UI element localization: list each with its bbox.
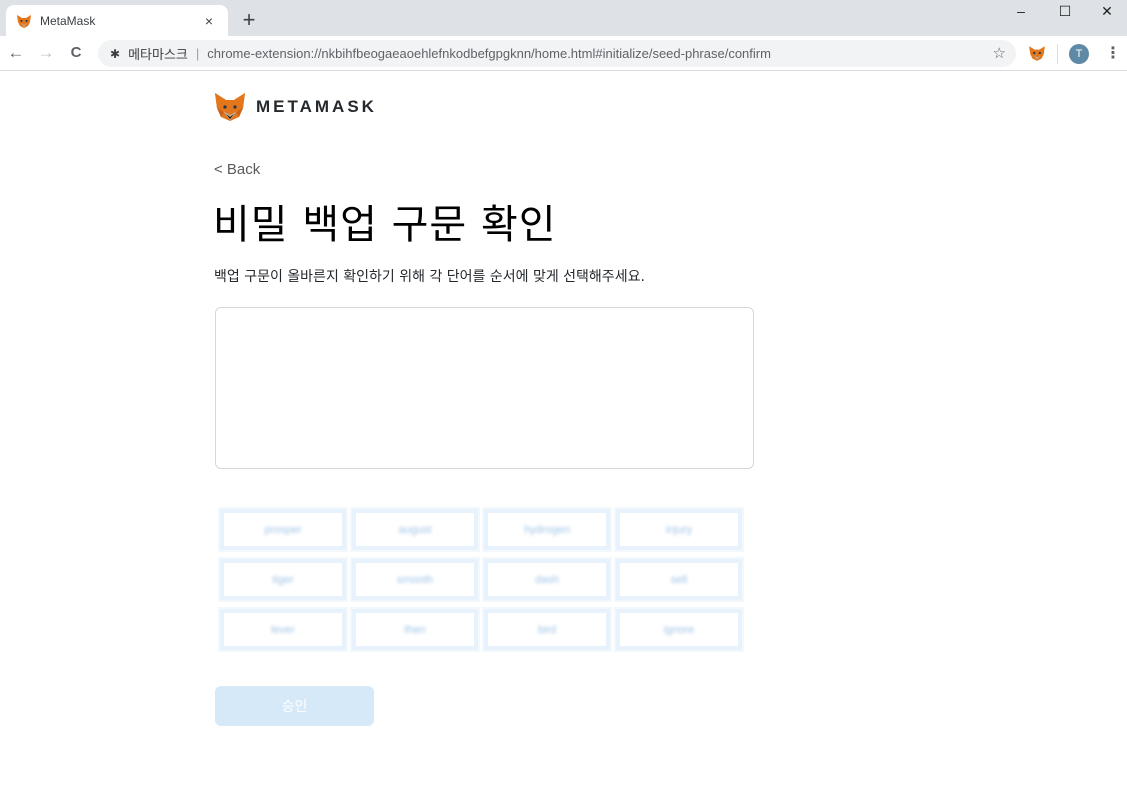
word-label: ignore: [663, 623, 695, 636]
word-label: prosper: [264, 523, 302, 536]
minimize-button[interactable]: –: [1001, 0, 1041, 26]
metamask-extension-button[interactable]: [1028, 44, 1046, 64]
url-text: chrome-extension://nkbihfbeogaeaoehlefnk…: [207, 46, 771, 61]
word-button[interactable]: dash: [482, 557, 612, 602]
brand-wordmark: METAMASK: [256, 97, 377, 116]
seed-phrase-selection-area[interactable]: [215, 307, 754, 469]
word-label: smooth: [396, 573, 434, 586]
word-button[interactable]: sell: [614, 557, 744, 602]
star-icon[interactable]: ☆: [993, 44, 1006, 62]
page-description: 백업 구문이 올바른지 확인하기 위해 각 단어를 순서에 맞게 선택해주세요.: [214, 269, 645, 285]
word-label: injury: [665, 523, 693, 536]
word-label: dash: [535, 573, 559, 586]
profile-avatar[interactable]: T: [1069, 44, 1089, 64]
back-link[interactable]: < Back: [214, 161, 260, 178]
metamask-fox-icon: [17, 14, 31, 28]
word-button[interactable]: then: [350, 607, 480, 652]
browser-toolbar: ← → C ✱ 메타마스크 | chrome-extension://nkbih…: [0, 36, 1127, 71]
word-button[interactable]: hydrogen: [482, 507, 612, 552]
forward-button[interactable]: →: [34, 41, 58, 65]
word-label: tiger: [272, 573, 294, 586]
word-label: lever: [271, 623, 295, 636]
word-label: hydrogen: [524, 523, 570, 536]
toolbar-divider: [1057, 44, 1058, 64]
word-button[interactable]: bird: [482, 607, 612, 652]
word-button[interactable]: injury: [614, 507, 744, 552]
confirm-button[interactable]: 승인: [215, 686, 374, 726]
tab-strip: MetaMask × + – ☐ ✕: [0, 0, 1127, 36]
word-button[interactable]: ignore: [614, 607, 744, 652]
tab-title: MetaMask: [40, 13, 96, 28]
word-button[interactable]: august: [350, 507, 480, 552]
metamask-fox-icon: [1029, 46, 1045, 61]
word-label: then: [404, 623, 426, 636]
back-button[interactable]: ←: [4, 41, 28, 65]
word-button[interactable]: smooth: [350, 557, 480, 602]
metamask-logo: METAMASK: [214, 92, 377, 122]
word-label: august: [398, 523, 432, 536]
page-title: 비밀 백업 구문 확인: [213, 202, 557, 248]
metamask-fox-icon: [215, 93, 245, 121]
word-button[interactable]: lever: [218, 607, 348, 652]
window-close-button[interactable]: ✕: [1087, 0, 1127, 26]
new-tab-button[interactable]: +: [236, 7, 262, 33]
word-label: bird: [537, 623, 557, 636]
puzzle-icon: ✱: [110, 46, 121, 61]
address-bar[interactable]: ✱ 메타마스크 | chrome-extension://nkbihfbeoga…: [98, 40, 1016, 67]
origin-label: 메타마스크: [128, 47, 188, 62]
maximize-button[interactable]: ☐: [1045, 0, 1085, 26]
tab-close-icon[interactable]: ×: [200, 13, 218, 29]
word-button[interactable]: tiger: [218, 557, 348, 602]
url-divider: |: [195, 46, 200, 61]
menu-icon[interactable]: ⋮: [1105, 44, 1121, 64]
reload-button[interactable]: C: [64, 41, 88, 65]
browser-tab[interactable]: MetaMask ×: [6, 5, 228, 36]
word-label: sell: [670, 573, 688, 586]
word-button[interactable]: prosper: [218, 507, 348, 552]
